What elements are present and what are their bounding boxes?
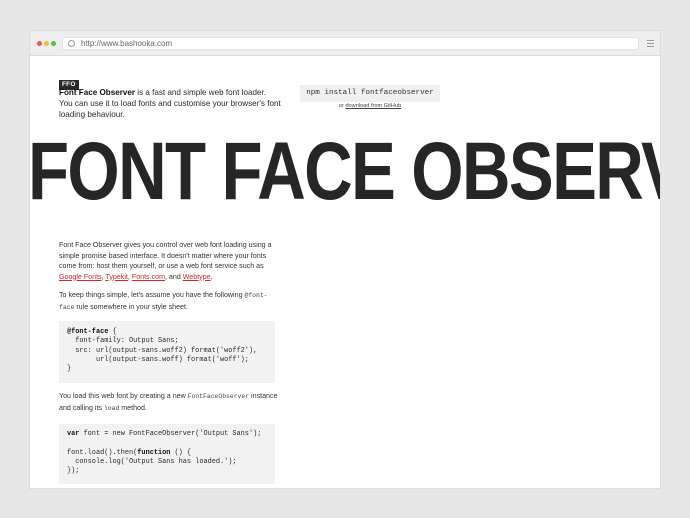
code-keyword: @font-face (67, 328, 109, 336)
hero-title: FONT FACE OBSERVER (30, 126, 660, 217)
download-link[interactable]: download from GitHub (345, 103, 401, 109)
install-command[interactable]: npm install fontfaceobserver (300, 85, 440, 102)
intro-paragraph: Font Face Observer gives you control ove… (59, 240, 279, 282)
code-line: font-family: Output Sans; (67, 337, 179, 346)
paragraph-end: rule somewhere in your style sheet. (74, 302, 188, 311)
google-fonts-link[interactable]: Google Fonts (59, 273, 102, 281)
code-line: () { (170, 448, 192, 457)
font-face-code-block: @font-face { font-family: Output Sans; s… (59, 321, 275, 383)
code-keyword: var (67, 430, 80, 438)
browser-window: http://www.bashooka.com FFO Font Face Ob… (30, 31, 660, 488)
inline-code: load (103, 404, 120, 412)
address-bar[interactable]: http://www.bashooka.com (63, 38, 638, 49)
paragraph-text: Font Face Observer gives you control ove… (59, 241, 272, 270)
load-code-block: var font = new FontFaceObserver('Output … (59, 424, 275, 484)
browser-toolbar: http://www.bashooka.com (30, 31, 660, 56)
code-keyword: function (137, 448, 171, 457)
paragraph-text: You load this web font by creating a new (59, 392, 188, 400)
separator: , and (164, 272, 183, 281)
code-line: } (67, 365, 72, 374)
typekit-link[interactable]: Typekit (105, 273, 127, 281)
paragraph-text: To keep things simple, let's assume you … (59, 291, 245, 299)
close-window-button[interactable] (37, 41, 42, 46)
minimize-window-button[interactable] (44, 41, 49, 46)
code-line: src: url(output-sans.woff2) format('woff… (67, 346, 258, 355)
webtype-link[interactable]: Webtype (183, 273, 211, 281)
load-paragraph: You load this web font by creating a new… (59, 391, 279, 414)
menu-icon[interactable] (647, 40, 654, 49)
code-line: font = new FontFaceObserver('Output Sans… (79, 430, 262, 438)
search-icon (68, 40, 75, 47)
code-line: }); (67, 467, 80, 476)
setup-paragraph: To keep things simple, let's assume you … (59, 290, 279, 313)
code-line: { (108, 328, 117, 336)
hero-banner: FONT FACE OBSERVER (30, 117, 660, 227)
code-line: font.load().then( (67, 448, 138, 457)
paragraph-end: . (210, 272, 213, 281)
intro-title: Font Face Observer (59, 88, 136, 97)
code-line: console.log('Output Sans has loaded.'); (67, 457, 237, 466)
inline-code: FontFaceObserver (187, 393, 250, 400)
maximize-window-button[interactable] (51, 41, 56, 46)
fonts-com-link[interactable]: Fonts.com (132, 273, 165, 281)
intro-text: Font Face Observer is a fast and simple … (59, 88, 281, 120)
address-url[interactable]: http://www.bashooka.com (81, 38, 172, 49)
download-line: or download from GitHub (300, 102, 440, 110)
code-line: url(output-sans.woff) format('woff'); (67, 355, 249, 364)
paragraph-end: method. (119, 403, 147, 412)
